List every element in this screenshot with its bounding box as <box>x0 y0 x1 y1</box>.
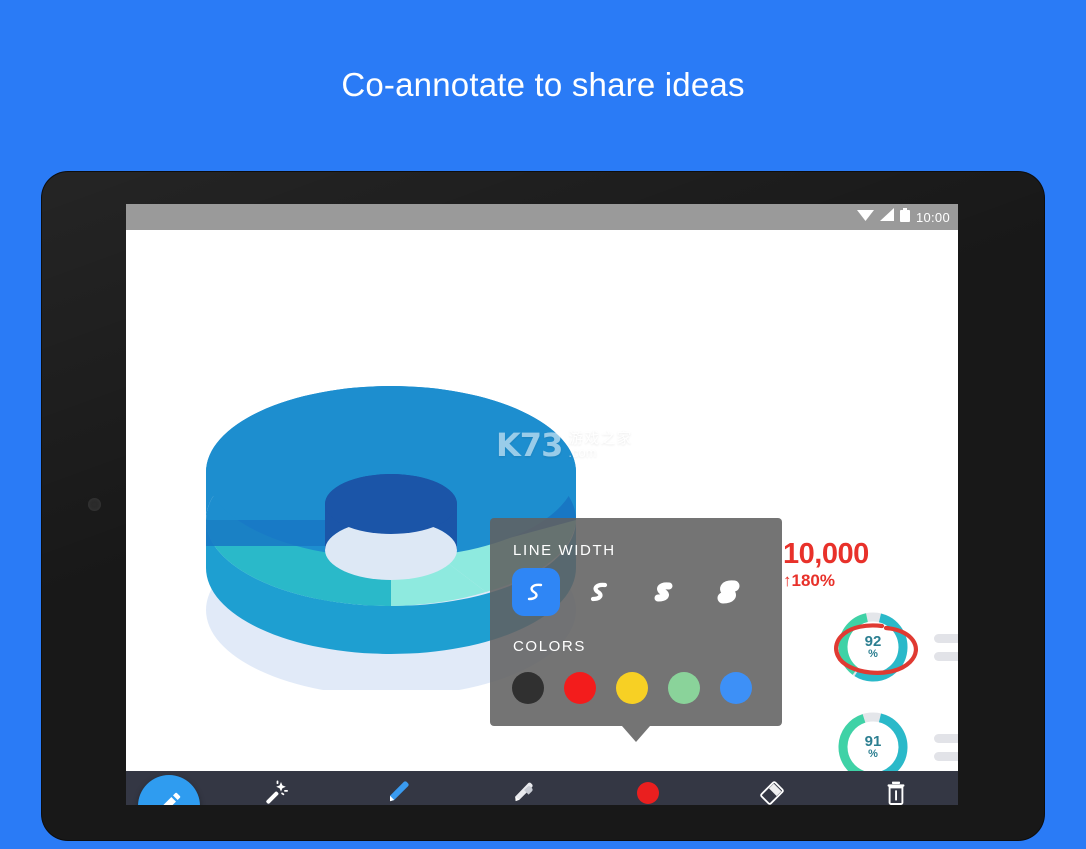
pencil-icon <box>154 789 184 805</box>
color-swatch-red[interactable] <box>564 672 596 704</box>
page-title: Co-annotate to share ideas <box>341 66 745 103</box>
toolbar-item-eraser[interactable]: Eraser <box>710 771 834 805</box>
line-width-option-medium[interactable] <box>576 568 624 616</box>
placeholder-bars-1 <box>934 633 958 661</box>
color-swatch-green[interactable] <box>668 672 700 704</box>
toolbar-items: Spotlight Pen <box>214 771 958 805</box>
placeholder-bar <box>934 751 958 761</box>
line-width-section-title: LINE WIDTH <box>513 542 616 559</box>
placeholder-bar <box>934 633 958 643</box>
color-swatch-yellow[interactable] <box>616 672 648 704</box>
status-bar: 10:00 <box>126 204 958 230</box>
eraser-icon <box>759 780 785 805</box>
status-bar-time: 10:00 <box>915 209 950 225</box>
popup-tail <box>622 726 650 742</box>
placeholder-bars-2 <box>934 733 958 761</box>
toolbar-item-color[interactable]: Color <box>586 771 710 805</box>
colors-section-title: COLORS <box>513 638 586 655</box>
signal-icon <box>879 208 894 226</box>
kpi-delta: ↑180% <box>783 571 835 590</box>
battery-icon <box>899 207 910 227</box>
toolbar-item-highlighter[interactable]: Highlighter <box>462 771 586 805</box>
donut-value: 91 <box>864 733 882 750</box>
color-dot-icon <box>635 780 661 805</box>
line-width-option-thin[interactable] <box>512 568 560 616</box>
line-width-options <box>512 568 768 616</box>
trash-icon <box>883 780 909 805</box>
highlighter-icon <box>511 780 537 805</box>
pen-icon <box>387 780 413 805</box>
kpi-value: 10,000 <box>783 538 869 570</box>
placeholder-bar <box>934 651 958 661</box>
front-camera-icon <box>88 498 101 511</box>
toolbar-item-pen[interactable]: Pen <box>338 771 462 805</box>
line-width-option-thick[interactable] <box>640 568 688 616</box>
toolbar-item-clear[interactable]: Clear <box>834 771 958 805</box>
color-swatch-black[interactable] <box>512 672 544 704</box>
donut-percent: % <box>868 748 878 760</box>
color-options <box>512 672 752 704</box>
color-swatch-blue[interactable] <box>720 672 752 704</box>
wifi-icon <box>856 208 874 226</box>
red-circle-annotation <box>834 623 918 675</box>
line-width-option-extra-thick[interactable] <box>704 568 752 616</box>
placeholder-bar <box>934 733 958 743</box>
magic-wand-icon <box>263 780 289 805</box>
toolbar-item-spotlight[interactable]: Spotlight <box>214 771 338 805</box>
